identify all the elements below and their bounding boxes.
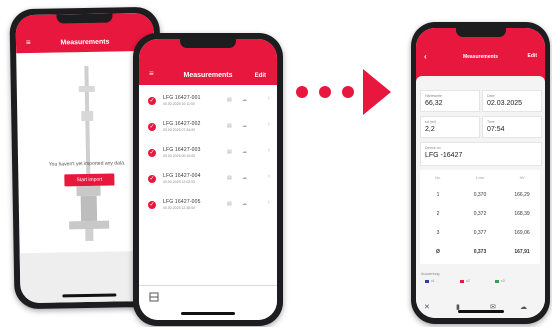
measurement-date: 00.00.2025 07:34:00: [163, 128, 196, 132]
phone-screen: ‹ Measurements Edit Härtewerte 66,32 Dat…: [416, 28, 545, 318]
measurement-table: No. L mm HV 1 0,370 166,29 2 0,372 168,3…: [420, 170, 540, 264]
field-label: Härtewerte: [425, 94, 443, 98]
legend-swatch: [460, 280, 464, 283]
hardness-field: Härtewerte 66,32: [420, 90, 480, 112]
measurement-date: 00.00.2025 10:11:00: [163, 102, 195, 106]
field-label: Date: [487, 94, 495, 98]
hardness-tester-illustration: [69, 65, 110, 242]
table-cell: 2: [436, 211, 440, 217]
table-cell: 0,370: [473, 192, 487, 198]
checkmark-icon[interactable]: ✓: [148, 175, 156, 183]
measurement-name: LFG 16427-002: [163, 121, 201, 127]
table-header: L mm: [475, 176, 485, 180]
legend-label: x1: [431, 279, 435, 283]
legend-swatch: [495, 280, 499, 283]
arrow-right-icon: [363, 69, 391, 115]
checkmark-icon[interactable]: ✓: [148, 149, 156, 157]
table-cell: 168,39: [514, 211, 530, 217]
cloud-icon: ☁: [242, 201, 247, 207]
legend-label: x3: [501, 279, 505, 283]
measurement-date: 00.00.2025 12:02:00: [163, 180, 196, 184]
table-cell: 1: [436, 192, 440, 198]
cloud-icon: ☁: [242, 149, 247, 155]
field-value: 07:54: [487, 126, 505, 133]
page-title: Measurements: [462, 54, 498, 60]
measurement-date: 00.00.2025 00:10:00: [163, 154, 196, 158]
progress-dot: [296, 86, 308, 98]
progress-dot: [342, 86, 354, 98]
measurement-date: 00.00.2025 12:35:00: [163, 206, 196, 210]
device-icon: ▤: [227, 149, 232, 155]
phone-notch: [56, 13, 113, 24]
measurement-name: LFG 16427-001: [163, 95, 201, 101]
chevron-right-icon[interactable]: ›: [268, 121, 270, 128]
measurement-name: LFG 16427-003: [163, 147, 201, 153]
progress-dot: [319, 86, 331, 98]
device-icon: ▤: [227, 123, 232, 129]
table-header: No.: [435, 176, 441, 180]
share-icon[interactable]: ✕: [424, 303, 430, 311]
sd-field: sd (rel) 2,2: [420, 116, 480, 138]
home-indicator: [181, 312, 235, 315]
field-value: LFG -16427: [425, 152, 463, 159]
cloud-upload-icon[interactable]: ☁: [520, 303, 527, 311]
edit-button[interactable]: Edit: [528, 53, 537, 59]
measurement-list: ✓ LFG 16427-001 00.00.2025 10:11:00 ▤ ☁ …: [139, 91, 277, 231]
page-title: Measurements: [60, 38, 110, 47]
device-icon: ▤: [227, 201, 232, 207]
checkmark-icon[interactable]: ✓: [148, 97, 156, 105]
list-item[interactable]: ✓ LFG 16427-001 00.00.2025 10:11:00 ▤ ☁ …: [139, 91, 277, 116]
device-field: Device no. LFG -16427: [420, 142, 542, 166]
device-icon: ▤: [227, 175, 232, 181]
device-icon: ▤: [227, 97, 232, 103]
table-header: HV: [519, 176, 525, 180]
table-cell: 0,373: [473, 249, 487, 255]
legend-swatch: [425, 280, 429, 283]
cloud-icon: ☁: [242, 97, 247, 103]
cloud-icon: ☁: [242, 123, 247, 129]
field-label: sd (rel): [425, 120, 436, 124]
chevron-right-icon[interactable]: ›: [268, 95, 270, 102]
chevron-right-icon[interactable]: ›: [268, 147, 270, 154]
home-indicator: [457, 310, 504, 313]
list-item[interactable]: ✓ LFG 16427-004 00.00.2025 12:02:00 ▤ ☁ …: [139, 169, 277, 194]
export-icon[interactable]: [149, 292, 159, 302]
table-cell: Ø: [436, 249, 440, 255]
measurement-name: LFG 16427-005: [163, 199, 201, 205]
phone-screen: ≡ Measurements Edit ✓ LFG 16427-001 00.0…: [139, 39, 277, 320]
list-item[interactable]: ✓ LFG 16427-002 00.00.2025 07:34:00 ▤ ☁ …: [139, 117, 277, 142]
date-field: Date 02.03.2025: [482, 90, 542, 112]
start-import-button[interactable]: Start import: [64, 173, 115, 187]
legend-title: Auswertung: [421, 272, 440, 276]
edit-button[interactable]: Edit: [255, 73, 266, 79]
phone-measurement-list: ≡ Measurements Edit ✓ LFG 16427-001 00.0…: [133, 33, 283, 326]
field-value: 2,2: [425, 126, 435, 133]
chevron-right-icon[interactable]: ›: [268, 199, 270, 206]
checkmark-icon[interactable]: ✓: [148, 201, 156, 209]
checkmark-icon[interactable]: ✓: [148, 123, 156, 131]
chevron-right-icon[interactable]: ›: [268, 173, 270, 180]
cloud-icon: ☁: [242, 175, 247, 181]
measurement-name: LFG 16427-004: [163, 173, 201, 179]
list-item[interactable]: ✓ LFG 16427-005 00.00.2025 12:35:00 ▤ ☁ …: [139, 195, 277, 220]
table-cell: 169,06: [514, 230, 530, 236]
time-field: Time 07:54: [482, 116, 542, 138]
field-value: 02.03.2025: [487, 100, 523, 107]
table-cell: 167,91: [514, 249, 530, 255]
field-value: 66,32: [425, 100, 443, 107]
table-cell: 3: [436, 230, 440, 236]
list-item[interactable]: ✓ LFG 16427-003 00.00.2025 00:10:00 ▤ ☁ …: [139, 143, 277, 168]
field-label: Device no.: [425, 146, 442, 150]
detail-body: Härtewerte 66,32 Date 02.03.2025 sd (rel…: [416, 76, 545, 318]
legend-label: x2: [466, 279, 470, 283]
phone-measurement-detail: ‹ Measurements Edit Härtewerte 66,32 Dat…: [411, 22, 550, 324]
phone-notch: [455, 28, 506, 37]
table-cell: 0,372: [473, 211, 487, 217]
field-label: Time: [487, 120, 495, 124]
table-cell: 0,377: [473, 230, 487, 236]
table-cell: 166,29: [514, 192, 530, 198]
phone-notch: [180, 39, 236, 48]
